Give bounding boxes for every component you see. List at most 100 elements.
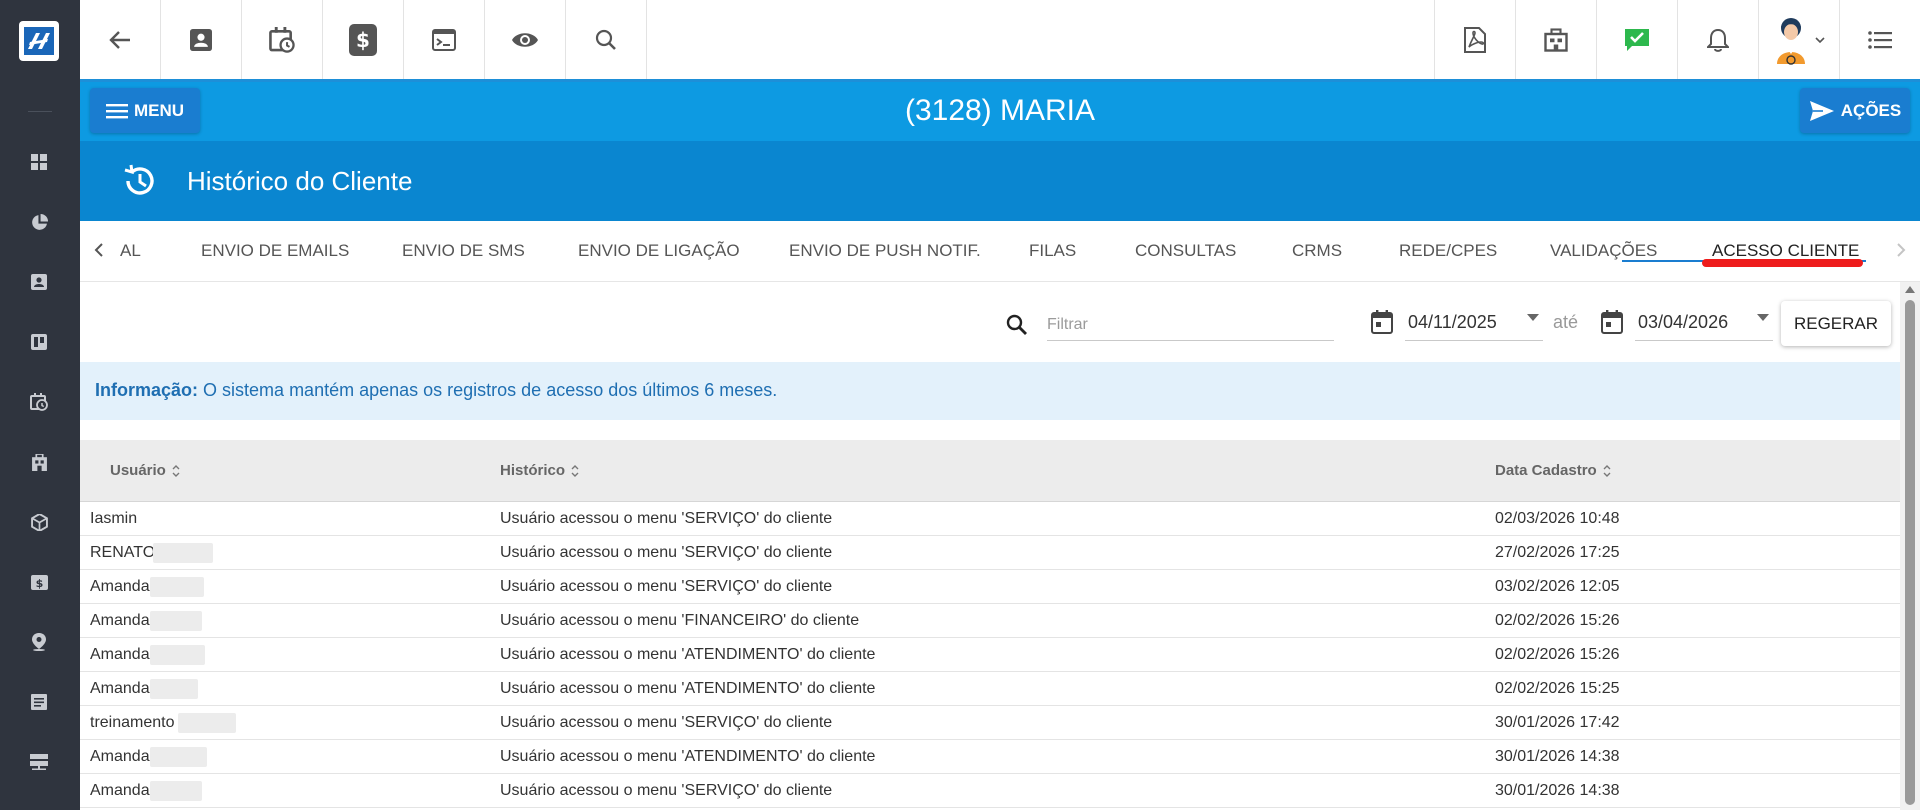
table-row[interactable]: Amanda Usuário acessou o menu 'ATENDIMEN… xyxy=(80,672,1900,706)
cell-date: 30/01/2026 14:38 xyxy=(1495,748,1620,765)
cell-history: Usuário acessou o menu 'SERVIÇO' do clie… xyxy=(500,578,833,595)
finance-button[interactable]: $ xyxy=(323,0,404,79)
date-from-underline xyxy=(1405,340,1543,341)
cell-date: 02/03/2026 10:48 xyxy=(1495,510,1620,527)
terminal-icon xyxy=(432,28,456,51)
redacted-surname xyxy=(153,543,213,563)
column-label: Usuário xyxy=(110,462,166,479)
redacted-surname xyxy=(178,713,236,733)
column-header-historico[interactable]: Histórico xyxy=(500,462,579,479)
tab-envio-de-sms[interactable]: ENVIO DE SMS xyxy=(402,241,525,261)
page-header: Histórico do Cliente xyxy=(80,141,1920,221)
scroll-up-arrow-icon[interactable] xyxy=(1905,286,1915,293)
filter-input[interactable] xyxy=(1047,314,1327,336)
tab-rede-cpes[interactable]: REDE/CPES xyxy=(1399,241,1497,261)
server-icon[interactable] xyxy=(28,751,50,773)
svg-text:$: $ xyxy=(356,28,370,52)
chevron-down-icon xyxy=(1815,36,1825,44)
date-from-value[interactable]: 04/11/2025 xyxy=(1408,312,1497,333)
tabs-scroll-left-icon[interactable] xyxy=(94,242,104,258)
table-row[interactable]: Amanda Usuário acessou o menu 'ATENDIMEN… xyxy=(80,638,1900,672)
column-header-usuario[interactable]: Usuário xyxy=(110,462,180,479)
table-row[interactable]: treinamento Usuário acessou o menu 'SERV… xyxy=(80,706,1900,740)
filter-row: 04/11/2025 até 03/04/2026 REGERAR xyxy=(80,282,1900,362)
table-row[interactable]: Iasmin Usuário acessou o menu 'SERVIÇO' … xyxy=(80,502,1900,536)
date-to-value[interactable]: 03/04/2026 xyxy=(1638,312,1728,333)
view-button[interactable] xyxy=(485,0,566,79)
date-to-underline xyxy=(1635,340,1773,341)
contact-button[interactable] xyxy=(161,0,242,79)
table-row[interactable]: Amanda Usuário acessou o menu 'SERVIÇO' … xyxy=(80,774,1900,808)
calendar-clock-icon[interactable] xyxy=(28,391,50,413)
actions-button[interactable]: AÇÕES xyxy=(1800,88,1910,133)
box-icon[interactable] xyxy=(28,511,50,533)
tab-envio-de-ligacao[interactable]: ENVIO DE LIGAÇÃO xyxy=(578,241,740,261)
company-button[interactable] xyxy=(1515,0,1596,79)
redacted-surname xyxy=(150,747,207,767)
schedule-button[interactable] xyxy=(242,0,323,79)
calendar-icon[interactable] xyxy=(1601,310,1623,334)
tab-acesso-cliente[interactable]: ACESSO CLIENTE xyxy=(1712,241,1859,261)
user-menu-button[interactable] xyxy=(1758,0,1839,79)
column-label: Data Cadastro xyxy=(1495,462,1597,479)
cell-user: Amanda xyxy=(90,680,150,697)
chat-button[interactable] xyxy=(1596,0,1677,79)
cell-history: Usuário acessou o menu 'ATENDIMENTO' do … xyxy=(500,680,876,697)
tabs-scroll-right-icon[interactable] xyxy=(1896,242,1906,258)
terminal-button[interactable] xyxy=(404,0,485,79)
table-row[interactable]: Amanda Usuário acessou o menu 'SERVIÇO' … xyxy=(80,570,1900,604)
bell-icon xyxy=(1707,28,1729,52)
calendar-icon[interactable] xyxy=(1371,310,1393,334)
table-row[interactable]: RENATO Usuário acessou o menu 'SERVIÇO' … xyxy=(80,536,1900,570)
sort-icon xyxy=(1603,464,1611,477)
contact-icon[interactable] xyxy=(28,271,50,293)
table-header: Usuário Histórico Data Cadastro xyxy=(80,440,1900,502)
cell-history: Usuário acessou o menu 'SERVIÇO' do clie… xyxy=(500,510,833,527)
column-header-data-cadastro[interactable]: Data Cadastro xyxy=(1495,462,1611,479)
tab-filas[interactable]: FILAS xyxy=(1029,241,1076,261)
map-pin-icon[interactable] xyxy=(28,631,50,653)
back-button[interactable] xyxy=(80,0,161,79)
cell-history: Usuário acessou o menu 'SERVIÇO' do clie… xyxy=(500,714,833,731)
app-logo[interactable] xyxy=(19,21,59,61)
active-tab-highlight-mark xyxy=(1702,259,1863,267)
table-row[interactable]: Amanda Usuário acessou o menu 'ATENDIMEN… xyxy=(80,740,1900,774)
search-button[interactable] xyxy=(566,0,647,79)
client-bar: MENU (3128) MARIA AÇÕES xyxy=(80,82,1920,141)
document-icon[interactable] xyxy=(28,691,50,713)
content-scrollbar[interactable] xyxy=(1900,282,1920,810)
tab-validacoes[interactable]: VALIDAÇÕES xyxy=(1550,241,1657,261)
date-from-dropdown-icon[interactable] xyxy=(1527,314,1539,322)
building-icon[interactable] xyxy=(28,451,50,473)
actions-label: AÇÕES xyxy=(1840,100,1902,120)
tab-crms[interactable]: CRMS xyxy=(1292,241,1342,261)
table-row[interactable]: Amanda Usuário acessou o menu 'FINANCEIR… xyxy=(80,604,1900,638)
scroll-thumb[interactable] xyxy=(1905,300,1915,805)
send-icon xyxy=(1809,100,1835,122)
regenerate-button[interactable]: REGERAR xyxy=(1781,301,1891,346)
cell-date: 30/01/2026 14:38 xyxy=(1495,782,1620,799)
dashboard-icon[interactable] xyxy=(28,151,50,173)
tab-envio-de-push[interactable]: ENVIO DE PUSH NOTIF. xyxy=(789,241,981,261)
column-label: Histórico xyxy=(500,462,566,479)
redacted-surname xyxy=(150,645,205,665)
notifications-button[interactable] xyxy=(1677,0,1758,79)
pie-chart-icon[interactable] xyxy=(28,211,50,233)
list-menu-button[interactable] xyxy=(1839,0,1920,79)
building-icon xyxy=(1544,27,1568,52)
cell-date: 02/02/2026 15:26 xyxy=(1495,612,1620,629)
redacted-surname xyxy=(150,611,202,631)
tab-envio-de-emails[interactable]: ENVIO DE EMAILS xyxy=(201,241,349,261)
money-icon[interactable]: $ xyxy=(28,571,50,593)
cell-history: Usuário acessou o menu 'FINANCEIRO' do c… xyxy=(500,612,860,629)
cell-history: Usuário acessou o menu 'SERVIÇO' do clie… xyxy=(500,544,833,561)
tab-consultas[interactable]: CONSULTAS xyxy=(1135,241,1236,261)
board-icon[interactable] xyxy=(28,331,50,353)
tab-al[interactable]: AL xyxy=(120,241,141,261)
dollar-icon: $ xyxy=(349,23,377,56)
date-separator: até xyxy=(1553,312,1579,332)
svg-text:$: $ xyxy=(35,577,43,590)
date-to-dropdown-icon[interactable] xyxy=(1757,314,1769,322)
cell-user: Amanda xyxy=(90,646,150,663)
pdf-button[interactable] xyxy=(1434,0,1515,79)
